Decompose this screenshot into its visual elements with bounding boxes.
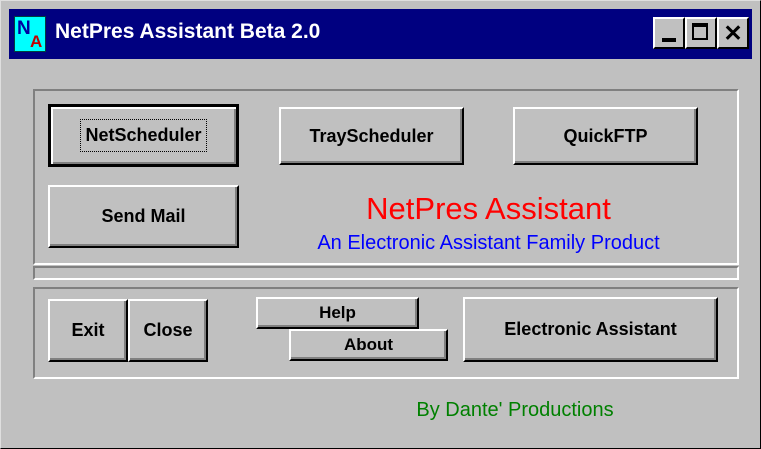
- app-icon-letter-n: N: [17, 18, 31, 39]
- app-window: N A NetPres Assistant Beta 2.0 ✕ NetSche…: [0, 0, 761, 449]
- close-window-button[interactable]: ✕: [717, 17, 749, 49]
- app-icon-letter-a: A: [30, 32, 43, 51]
- maximize-button[interactable]: [685, 17, 717, 49]
- trayscheduler-button[interactable]: TrayScheduler: [279, 107, 464, 165]
- title-bar[interactable]: N A NetPres Assistant Beta 2.0 ✕: [9, 9, 752, 59]
- minimize-icon: [662, 38, 676, 42]
- brand-title: NetPres Assistant: [366, 191, 611, 226]
- separator-bar: [33, 266, 739, 280]
- about-button[interactable]: About: [289, 329, 448, 361]
- maximize-icon: [692, 23, 708, 40]
- credit-text: By Dante' Productions: [416, 399, 614, 421]
- minimize-button[interactable]: [653, 17, 685, 49]
- electronic-assistant-button[interactable]: Electronic Assistant: [463, 297, 718, 362]
- send-mail-button[interactable]: Send Mail: [48, 185, 239, 248]
- close-icon: ✕: [723, 20, 743, 46]
- app-icon[interactable]: N A: [14, 16, 46, 52]
- netscheduler-button[interactable]: NetScheduler: [48, 104, 239, 167]
- window-title: NetPres Assistant Beta 2.0: [55, 20, 321, 43]
- exit-button[interactable]: Exit: [48, 299, 128, 362]
- help-button[interactable]: Help: [256, 297, 419, 329]
- brand-subtitle: An Electronic Assistant Family Product: [317, 232, 660, 254]
- quickftp-button[interactable]: QuickFTP: [513, 107, 698, 165]
- close-button[interactable]: Close: [128, 299, 208, 362]
- netscheduler-label: NetScheduler: [80, 119, 207, 152]
